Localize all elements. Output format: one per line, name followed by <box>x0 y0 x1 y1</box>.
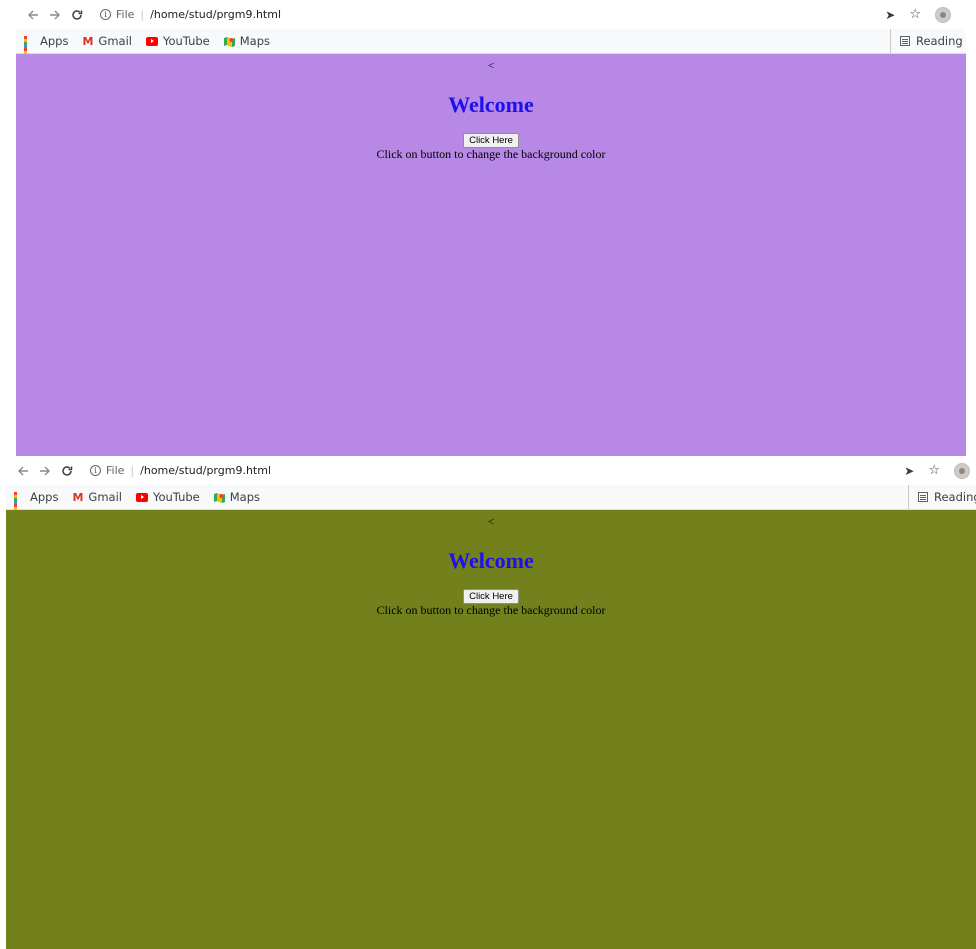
youtube-icon <box>135 492 148 502</box>
reload-icon[interactable] <box>68 6 85 23</box>
profile-avatar[interactable] <box>954 462 970 479</box>
maps-icon <box>223 36 235 47</box>
youtube-icon <box>145 36 158 46</box>
address-separator: | <box>130 464 135 477</box>
browser-toolbar: i File | /home/stud/prgm9.html ➤ ☆ <box>6 456 976 485</box>
back-arrow-icon[interactable] <box>24 6 41 23</box>
forward-arrow-icon[interactable] <box>46 6 63 23</box>
bookmarks-bar: Apps M Gmail YouTube Maps <box>6 485 976 519</box>
bookmark-label: YouTube <box>152 490 200 504</box>
info-icon[interactable]: i <box>100 9 111 20</box>
bookmark-maps[interactable]: Maps <box>213 490 261 504</box>
browser-window-before: i File | /home/stud/prgm9.html ➤ ☆ Apps … <box>16 0 966 456</box>
bookmarks-bar: Apps M Gmail YouTube Maps <box>16 29 966 63</box>
browser-toolbar: i File | /home/stud/prgm9.html ➤ ☆ <box>16 0 966 29</box>
toolbar-right-icons: ➤ ☆ <box>904 456 970 485</box>
bookmark-youtube[interactable]: YouTube <box>135 490 200 504</box>
gmail-icon: M <box>72 490 84 504</box>
bookmark-label: Maps <box>239 34 271 48</box>
apps-icon <box>24 35 35 63</box>
bookmark-maps[interactable]: Maps <box>223 34 271 48</box>
reading-list-icon <box>900 36 910 46</box>
bookmark-star-icon[interactable]: ☆ <box>909 7 921 22</box>
browser-window-after: i File | /home/stud/prgm9.html ➤ ☆ Apps … <box>6 456 976 949</box>
file-chip: File <box>106 464 125 477</box>
instruction-text: Click on button to change the background… <box>376 147 606 161</box>
reading-list-label: Reading lis <box>916 34 966 48</box>
address-separator: | <box>140 8 145 21</box>
page-content-before: < Welcome Click Here Click on button to … <box>16 54 966 456</box>
address-bar[interactable]: i File | /home/stud/prgm9.html <box>90 460 271 482</box>
gmail-icon: M <box>82 34 94 48</box>
url-text[interactable]: /home/stud/prgm9.html <box>140 464 271 477</box>
apps-icon <box>14 491 25 519</box>
toolbar-right-icons: ➤ ☆ <box>885 0 951 29</box>
bookmark-label: Gmail <box>98 34 132 48</box>
file-chip: File <box>116 8 135 21</box>
reading-list-label: Reading <box>934 490 976 504</box>
bookmark-label: Apps <box>40 34 69 48</box>
bookmark-label: YouTube <box>162 34 210 48</box>
stray-marker-text: < <box>487 60 495 72</box>
send-icon[interactable]: ➤ <box>904 464 914 478</box>
bookmark-label: Maps <box>229 490 261 504</box>
bookmark-gmail[interactable]: M Gmail <box>82 34 132 48</box>
welcome-heading: Welcome <box>448 92 534 117</box>
url-text[interactable]: /home/stud/prgm9.html <box>150 8 281 21</box>
stray-marker-text: < <box>487 516 495 528</box>
profile-avatar[interactable] <box>935 6 951 23</box>
reading-list[interactable]: Reading lis <box>890 29 966 53</box>
bookmark-label: Apps <box>30 490 59 504</box>
bookmark-youtube[interactable]: YouTube <box>145 34 210 48</box>
send-icon[interactable]: ➤ <box>885 8 895 22</box>
bookmark-gmail[interactable]: M Gmail <box>72 490 122 504</box>
page-content-after: < Welcome Click Here Click on button to … <box>6 510 976 949</box>
maps-icon <box>213 492 225 503</box>
bookmark-apps[interactable]: Apps <box>24 34 69 63</box>
reading-list[interactable]: Reading <box>908 485 976 509</box>
reading-list-icon <box>918 492 928 502</box>
click-here-button[interactable]: Click Here <box>463 133 519 148</box>
click-here-button[interactable]: Click Here <box>463 589 519 604</box>
back-arrow-icon[interactable] <box>14 462 31 479</box>
reload-icon[interactable] <box>58 462 75 479</box>
address-bar[interactable]: i File | /home/stud/prgm9.html <box>100 4 281 26</box>
bookmark-label: Gmail <box>88 490 122 504</box>
welcome-heading: Welcome <box>448 548 534 573</box>
instruction-text: Click on button to change the background… <box>376 603 606 617</box>
info-icon[interactable]: i <box>90 465 101 476</box>
bookmark-star-icon[interactable]: ☆ <box>928 463 940 478</box>
forward-arrow-icon[interactable] <box>36 462 53 479</box>
bookmark-apps[interactable]: Apps <box>14 490 59 519</box>
